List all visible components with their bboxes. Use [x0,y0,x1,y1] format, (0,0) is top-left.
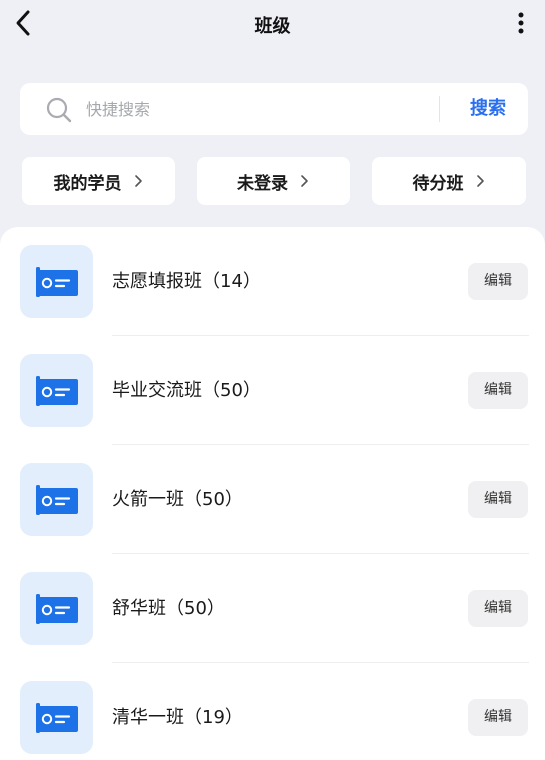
page-title: 班级 [254,16,291,37]
class-row[interactable]: 志愿填报班（14） 编辑 [0,227,545,336]
chevron-right-icon [301,175,308,187]
class-row[interactable]: 毕业交流班（50） 编辑 [0,336,545,445]
top-bar: 班级 [0,0,545,50]
class-name: 火箭一班（50） [112,489,243,510]
edit-button[interactable]: 编辑 [468,263,528,300]
class-icon-tile [20,681,93,754]
class-row[interactable]: 火箭一班（50） 编辑 [0,445,545,554]
class-name: 舒华班（50） [112,598,225,619]
class-name: 清华一班（19） [112,707,243,728]
search-divider [439,96,440,122]
class-row[interactable]: 舒华班（50） 编辑 [0,554,545,663]
chevron-right-icon [476,175,484,187]
filter-label: 我的学员 [53,173,122,194]
class-icon-tile [20,463,93,536]
class-card-icon [35,593,78,624]
edit-button[interactable]: 编辑 [468,372,528,409]
class-name: 毕业交流班（50） [112,380,261,401]
class-card-icon [35,702,78,733]
search-bar: 搜索 [20,83,528,135]
edit-button[interactable]: 编辑 [468,590,528,627]
class-card-icon [35,375,78,406]
chevron-right-icon [134,175,142,187]
class-card-icon [35,266,78,297]
filter-label: 未登录 [237,173,288,194]
search-icon [46,97,72,123]
filter-label: 待分班 [412,173,464,194]
filter-not-logged-in-button[interactable]: 未登录 [197,157,350,205]
edit-button[interactable]: 编辑 [468,699,528,736]
class-icon-tile [20,245,93,318]
class-icon-tile [20,572,93,645]
more-button[interactable] [511,8,531,38]
more-vertical-icon [518,12,524,34]
class-icon-tile [20,354,93,427]
class-card-icon [35,484,78,515]
search-button[interactable]: 搜索 [450,96,526,122]
class-row[interactable]: 清华一班（19） 编辑 [0,663,545,760]
edit-button[interactable]: 编辑 [468,481,528,518]
class-list: 志愿填报班（14） 编辑 毕业交流班（50） 编辑 火箭一班（50） 编辑 舒华… [0,227,545,760]
search-input[interactable] [86,94,436,124]
filter-my-students-button[interactable]: 我的学员 [22,157,175,205]
class-name: 志愿填报班（14） [112,271,261,292]
filter-unassigned-button[interactable]: 待分班 [372,157,526,205]
